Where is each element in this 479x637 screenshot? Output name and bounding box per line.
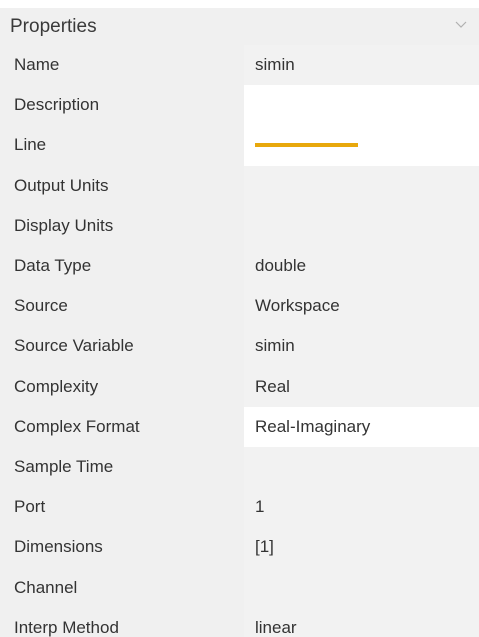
property-row-data-type: Data Type double — [0, 245, 479, 287]
property-value-source: Workspace — [244, 286, 479, 327]
property-value-source-variable: simin — [244, 326, 479, 367]
property-label-interp-method: Interp Method — [0, 607, 244, 637]
property-label-channel: Channel — [0, 567, 244, 608]
property-value-interp-method: linear — [244, 607, 479, 637]
property-row-sample-time: Sample Time — [0, 446, 479, 488]
property-value-output-units — [244, 165, 479, 206]
property-row-port: Port 1 — [0, 487, 479, 528]
property-row-display-units: Display Units — [0, 205, 479, 246]
property-label-data-type: Data Type — [0, 245, 244, 287]
property-label-source-variable: Source Variable — [0, 326, 244, 367]
property-label-port: Port — [0, 487, 244, 528]
property-value-port: 1 — [244, 487, 479, 528]
property-row-dimensions: Dimensions [1] — [0, 527, 479, 568]
property-value-name: simin — [244, 45, 479, 86]
properties-panel: Properties Name simin Description Line Outpu… — [0, 0, 479, 637]
property-value-display-units — [244, 205, 479, 246]
property-row-complexity: Complexity Real — [0, 366, 479, 407]
property-label-sample-time: Sample Time — [0, 446, 244, 488]
property-value-data-type: double — [244, 245, 479, 287]
property-row-channel: Channel — [0, 567, 479, 608]
property-row-line: Line — [0, 125, 479, 166]
property-row-interp-method: Interp Method linear — [0, 607, 479, 637]
property-label-source: Source — [0, 286, 244, 327]
property-row-description: Description — [0, 85, 479, 126]
property-row-source: Source Workspace — [0, 286, 479, 327]
property-label-name: Name — [0, 45, 244, 86]
property-label-description: Description — [0, 85, 244, 126]
property-value-description[interactable] — [244, 85, 479, 126]
property-label-output-units: Output Units — [0, 165, 244, 206]
property-row-source-variable: Source Variable simin — [0, 326, 479, 367]
property-label-dimensions: Dimensions — [0, 527, 244, 568]
property-label-complex-format: Complex Format — [0, 406, 244, 447]
property-value-complex-format[interactable]: Real-Imaginary — [244, 406, 479, 447]
property-label-complexity: Complexity — [0, 366, 244, 407]
property-row-complex-format: Complex Format Real-Imaginary — [0, 406, 479, 447]
properties-table: Name simin Description Line Output Units Disp… — [0, 45, 479, 637]
property-value-channel — [244, 567, 479, 608]
line-color-swatch[interactable] — [255, 143, 358, 148]
property-label-line: Line — [0, 125, 244, 166]
property-value-sample-time — [244, 446, 479, 488]
property-value-line[interactable] — [244, 125, 479, 166]
properties-header[interactable]: Properties — [0, 0, 479, 45]
chevron-down-icon[interactable] — [453, 16, 469, 32]
property-value-complexity: Real — [244, 366, 479, 407]
property-label-display-units: Display Units — [0, 205, 244, 246]
panel-title: Properties — [10, 16, 97, 37]
property-row-output-units: Output Units — [0, 165, 479, 206]
property-row-name: Name simin — [0, 45, 479, 86]
property-value-dimensions: [1] — [244, 527, 479, 568]
